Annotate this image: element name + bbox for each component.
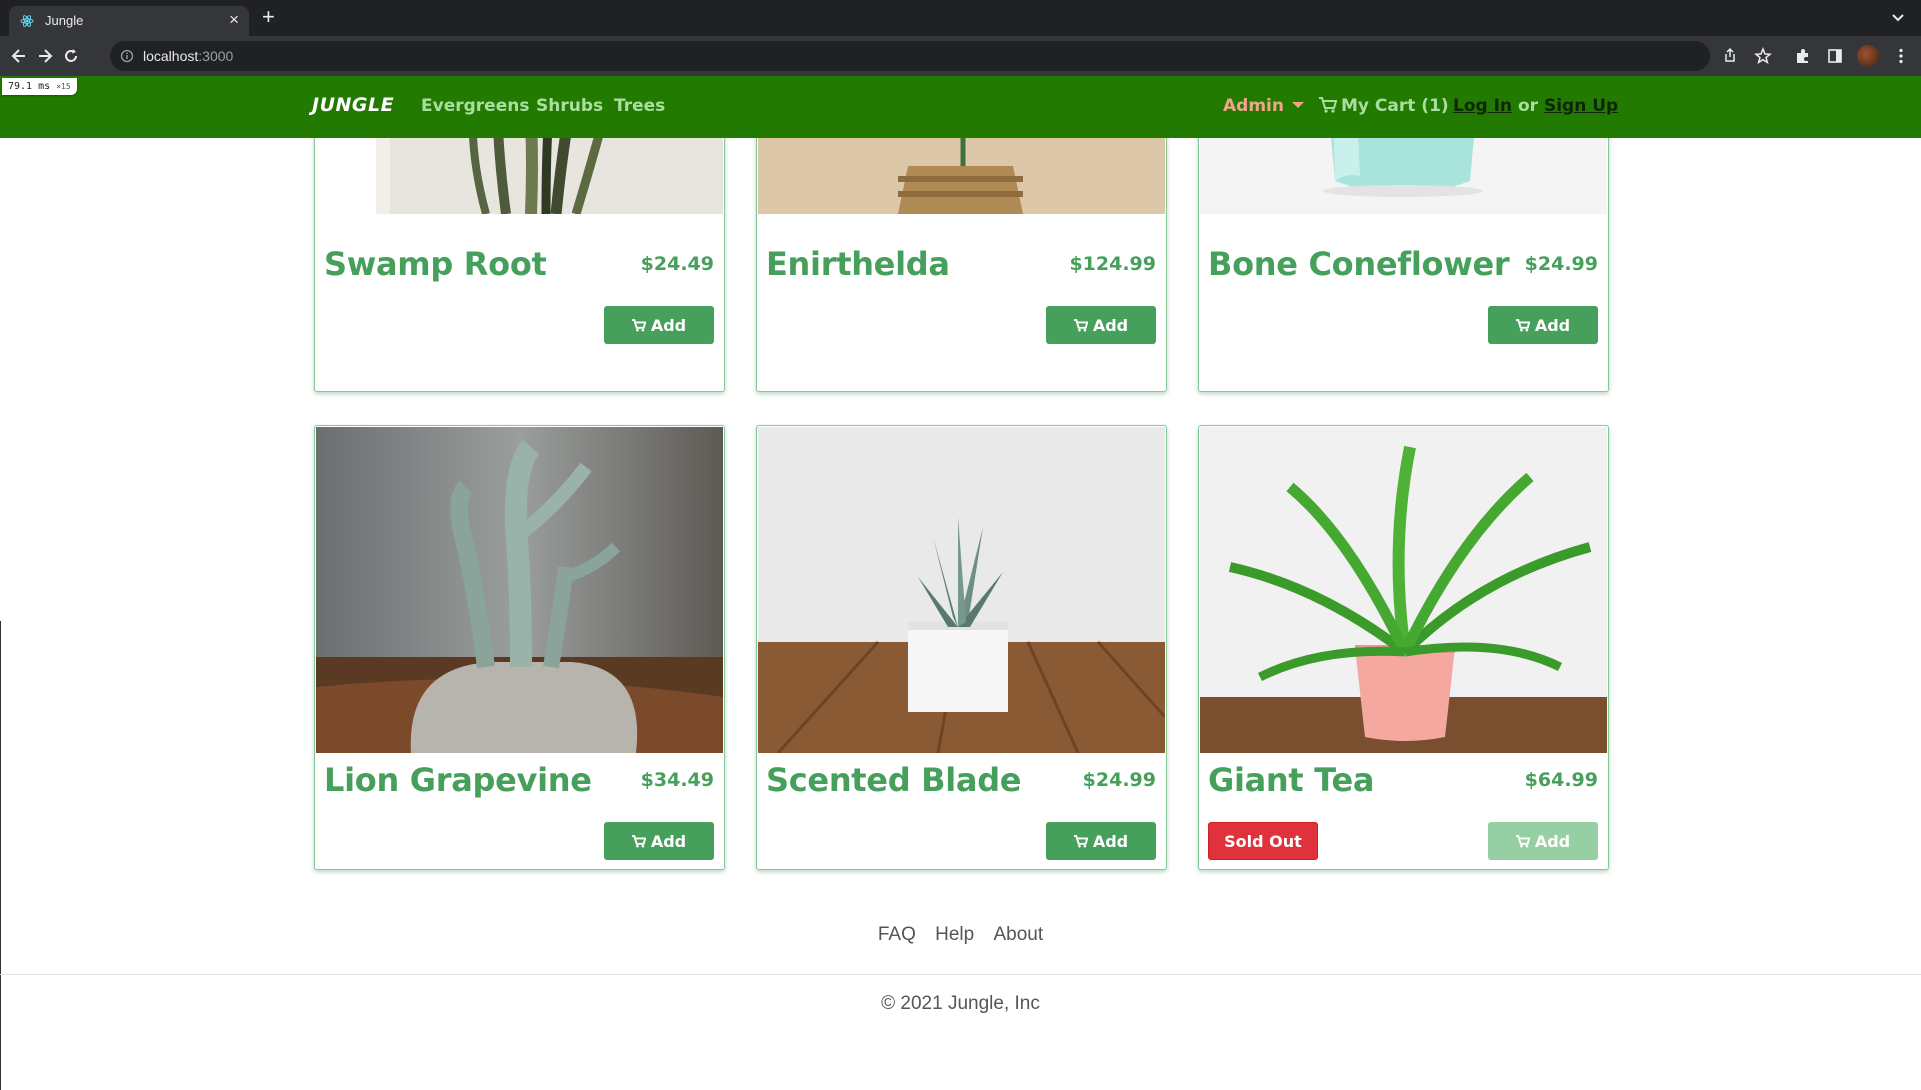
forward-arrow-icon[interactable] [35, 46, 55, 66]
product-name: Giant Tea [1208, 761, 1375, 799]
nav-link-shrubs[interactable]: Shrubs [536, 96, 603, 116]
product-price: $34.49 [640, 769, 714, 791]
add-to-cart-button[interactable]: Add [1488, 306, 1598, 344]
product-price: $64.99 [1524, 769, 1598, 791]
sold-out-badge: Sold Out [1208, 822, 1318, 860]
copyright-text: © 2021 Jungle, Inc [881, 993, 1040, 1014]
perf-badge: 79.1 ms ×15 [2, 78, 77, 95]
side-panel-icon[interactable] [1825, 46, 1845, 66]
footer-divider [0, 974, 1921, 975]
product-card: Lion Grapevine $34.49 Add [314, 425, 725, 870]
product-name: Bone Coneflower [1208, 245, 1510, 283]
cactus-image [316, 427, 723, 753]
chevron-down-icon[interactable] [1889, 8, 1907, 26]
footer-link-about[interactable]: About [994, 924, 1044, 945]
page-viewport: 79.1 ms ×15 JUNGLE Evergreens Shrubs Tre… [0, 76, 1921, 1090]
product-name: Scented Blade [766, 761, 1022, 799]
back-arrow-icon[interactable] [9, 46, 29, 66]
cart-icon [1073, 834, 1088, 847]
address-bar[interactable]: localhost:3000 [110, 41, 1710, 71]
product-image[interactable] [758, 427, 1165, 753]
nav-link-evergreens[interactable]: Evergreens [421, 96, 529, 116]
cart-icon [631, 318, 646, 331]
footer-link-faq[interactable]: FAQ [878, 924, 916, 945]
cart-icon [1073, 318, 1088, 331]
or-text: or [1517, 96, 1539, 116]
add-to-cart-button[interactable]: Add [1046, 822, 1156, 860]
admin-dropdown[interactable]: Admin [1223, 96, 1304, 116]
cart-icon [1319, 97, 1338, 113]
extensions-puzzle-icon[interactable] [1793, 46, 1813, 66]
browser-toolbar: localhost:3000 [0, 36, 1921, 76]
birds-nest-fern-image [1200, 427, 1607, 753]
share-icon[interactable] [1720, 46, 1740, 66]
product-price: $24.99 [1082, 769, 1156, 791]
cart-icon [1515, 834, 1530, 847]
add-to-cart-button[interactable]: Add [1046, 306, 1156, 344]
close-tab-icon[interactable]: × [229, 10, 239, 30]
product-price: $124.99 [1069, 253, 1156, 275]
add-to-cart-button[interactable]: Add [604, 822, 714, 860]
bookmark-star-icon[interactable] [1753, 46, 1773, 66]
product-price: $24.99 [1524, 253, 1598, 275]
more-menu-icon[interactable] [1891, 46, 1911, 66]
add-to-cart-button[interactable]: Add [1488, 822, 1598, 860]
product-card: Scented Blade $24.99 Add [756, 425, 1167, 870]
product-name: Swamp Root [324, 245, 547, 283]
browser-tabstrip: Jungle × + [0, 0, 1921, 36]
profile-avatar[interactable] [1857, 45, 1879, 67]
tab-title: Jungle [45, 13, 84, 28]
auth-links: Log In or Sign Up [1453, 96, 1618, 116]
succulent-image [758, 427, 1165, 753]
brand-logo[interactable]: JUNGLE [312, 94, 394, 116]
footer-links: FAQ Help About [0, 924, 1921, 946]
product-price: $24.49 [640, 253, 714, 275]
left-edge-divider [0, 621, 1, 1090]
login-link[interactable]: Log In [1453, 96, 1512, 116]
product-image[interactable] [316, 427, 723, 753]
footer-link-help[interactable]: Help [935, 924, 974, 945]
nav-link-trees[interactable]: Trees [614, 96, 665, 116]
add-to-cart-button[interactable]: Add [604, 306, 714, 344]
product-card: Giant Tea $64.99 Sold Out Add [1198, 425, 1609, 870]
url-text: localhost:3000 [143, 48, 234, 64]
top-navbar: JUNGLE Evergreens Shrubs Trees Admin My … [0, 76, 1921, 138]
product-image[interactable] [1200, 427, 1607, 753]
my-cart-link[interactable]: My Cart (1) [1319, 96, 1449, 116]
cart-icon [1515, 318, 1530, 331]
product-name: Lion Grapevine [324, 761, 592, 799]
signup-link[interactable]: Sign Up [1544, 96, 1618, 116]
cart-icon [631, 834, 646, 847]
product-name: Enirthelda [766, 245, 950, 283]
browser-tab[interactable]: Jungle × [9, 6, 249, 36]
react-icon [20, 15, 34, 27]
caret-down-icon [1291, 102, 1304, 108]
new-tab-icon[interactable]: + [262, 6, 275, 28]
reload-icon[interactable] [61, 46, 81, 66]
info-icon[interactable] [120, 49, 134, 63]
